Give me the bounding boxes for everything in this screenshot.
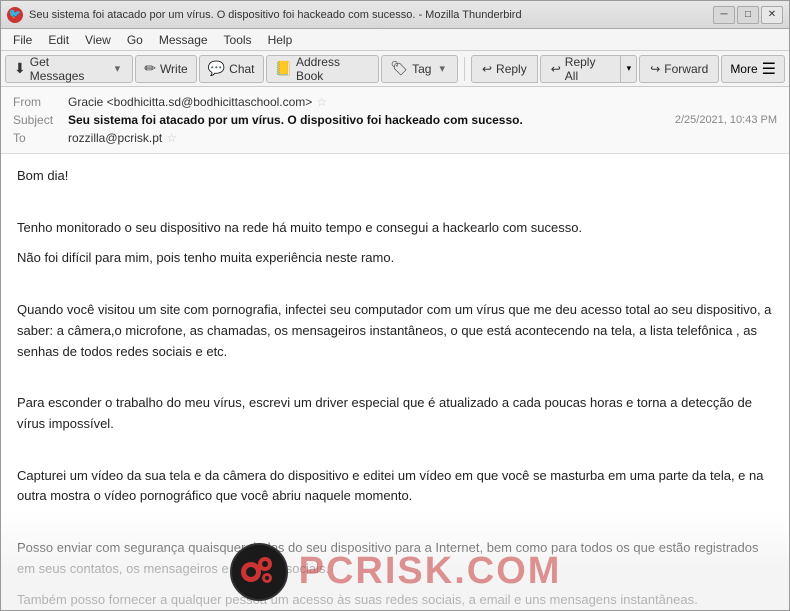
forward-label: Forward <box>664 62 708 76</box>
reply-icon: ↩ <box>482 62 492 76</box>
body-paragraph: Não foi difícil para mim, pois tenho mui… <box>17 248 773 269</box>
maximize-button[interactable]: □ <box>737 6 759 24</box>
body-paragraph: Tenho monitorado o seu dispositivo na re… <box>17 218 773 239</box>
email-body[interactable]: Bom dia! Tenho monitorado o seu dispositi… <box>1 154 789 610</box>
get-messages-dropdown[interactable]: ▾ <box>111 62 125 75</box>
tag-dropdown[interactable]: ▾ <box>435 62 449 75</box>
address-book-button[interactable]: 📒 Address Book <box>266 55 380 83</box>
forward-icon: ↪ <box>650 62 660 76</box>
tag-label: Tag <box>412 62 431 76</box>
forward-button[interactable]: ↪ Forward <box>639 55 719 83</box>
from-label: From <box>13 95 68 109</box>
reply-label: Reply <box>496 62 527 76</box>
body-paragraph: Bom dia! <box>17 166 773 187</box>
body-paragraph: Quando você visitou um site com pornogra… <box>17 300 773 362</box>
get-messages-button[interactable]: ⬇ Get Messages ▾ <box>5 55 133 83</box>
address-book-icon: 📒 <box>275 60 292 77</box>
main-window: 🐦 Seu sistema foi atacado por um vírus. … <box>0 0 790 611</box>
menu-bar: File Edit View Go Message Tools Help <box>1 29 789 51</box>
get-messages-label: Get Messages <box>30 55 107 83</box>
menu-help[interactable]: Help <box>260 31 301 49</box>
reply-all-button-group: ↩ Reply All ▾ <box>540 55 638 83</box>
address-book-label: Address Book <box>296 55 370 83</box>
to-label: To <box>13 131 68 145</box>
more-label: More <box>730 62 757 76</box>
to-row: To rozzilla@pcrisk.pt ☆ <box>13 129 777 147</box>
subject-row: Subject Seu sistema foi atacado por um v… <box>13 111 777 129</box>
menu-file[interactable]: File <box>5 31 40 49</box>
from-star-icon[interactable]: ☆ <box>316 95 327 109</box>
app-icon: 🐦 <box>7 7 23 23</box>
chat-icon: 💬 <box>208 60 225 77</box>
chat-label: Chat <box>229 62 254 76</box>
write-button[interactable]: ✏ Write <box>135 55 197 83</box>
more-button[interactable]: More ☰ <box>721 55 785 83</box>
hamburger-icon: ☰ <box>762 59 776 79</box>
window-controls: ─ □ ✕ <box>713 6 783 24</box>
from-value: Gracie <bodhicitta.sd@bodhicittaschool.c… <box>68 95 777 109</box>
toolbar-separator <box>464 57 465 81</box>
get-messages-icon: ⬇ <box>14 60 26 77</box>
reply-button[interactable]: ↩ Reply <box>471 55 538 83</box>
from-text: Gracie <bodhicitta.sd@bodhicittaschool.c… <box>68 95 312 109</box>
subject-label: Subject <box>13 113 68 127</box>
menu-tools[interactable]: Tools <box>216 31 260 49</box>
body-paragraph: Também posso fornecer a qualquer pessoa … <box>17 590 773 610</box>
body-paragraph: Para esconder o trabalho do meu vírus, e… <box>17 393 773 435</box>
reply-all-dropdown[interactable]: ▾ <box>621 55 637 83</box>
to-value: rozzilla@pcrisk.pt ☆ <box>68 131 777 145</box>
tag-button[interactable]: 🏷 Tag ▾ <box>381 55 458 83</box>
tag-icon: 🏷 <box>390 60 408 77</box>
minimize-button[interactable]: ─ <box>713 6 735 24</box>
menu-message[interactable]: Message <box>151 31 216 49</box>
title-bar: 🐦 Seu sistema foi atacado por um vírus. … <box>1 1 789 29</box>
to-star-icon[interactable]: ☆ <box>166 131 177 145</box>
window-title: Seu sistema foi atacado por um vírus. O … <box>29 9 713 21</box>
write-icon: ✏ <box>144 60 156 77</box>
email-body-content: Bom dia! Tenho monitorado o seu dispositi… <box>17 166 773 610</box>
menu-view[interactable]: View <box>77 31 119 49</box>
body-paragraph: Posso enviar com segurança quaisquer dad… <box>17 538 773 580</box>
to-text: rozzilla@pcrisk.pt <box>68 131 162 145</box>
reply-all-button[interactable]: ↩ Reply All <box>540 55 622 83</box>
menu-edit[interactable]: Edit <box>40 31 77 49</box>
write-label: Write <box>160 62 188 76</box>
menu-go[interactable]: Go <box>119 31 151 49</box>
reply-all-icon: ↩ <box>551 62 561 76</box>
close-button[interactable]: ✕ <box>761 6 783 24</box>
toolbar-right: ↩ Reply ↩ Reply All ▾ ↪ Forward More ☰ <box>471 55 785 83</box>
from-row: From Gracie <bodhicitta.sd@bodhicittasch… <box>13 93 777 111</box>
subject-value: Seu sistema foi atacado por um vírus. O … <box>68 113 675 127</box>
reply-all-label: Reply All <box>565 55 611 83</box>
email-header: From Gracie <bodhicitta.sd@bodhicittasch… <box>1 87 789 154</box>
reply-button-group: ↩ Reply <box>471 55 538 83</box>
body-paragraph: Capturei um vídeo da sua tela e da câmer… <box>17 466 773 508</box>
chat-button[interactable]: 💬 Chat <box>199 55 264 83</box>
email-date: 2/25/2021, 10:43 PM <box>675 114 777 126</box>
toolbar: ⬇ Get Messages ▾ ✏ Write 💬 Chat 📒 Addres… <box>1 51 789 87</box>
